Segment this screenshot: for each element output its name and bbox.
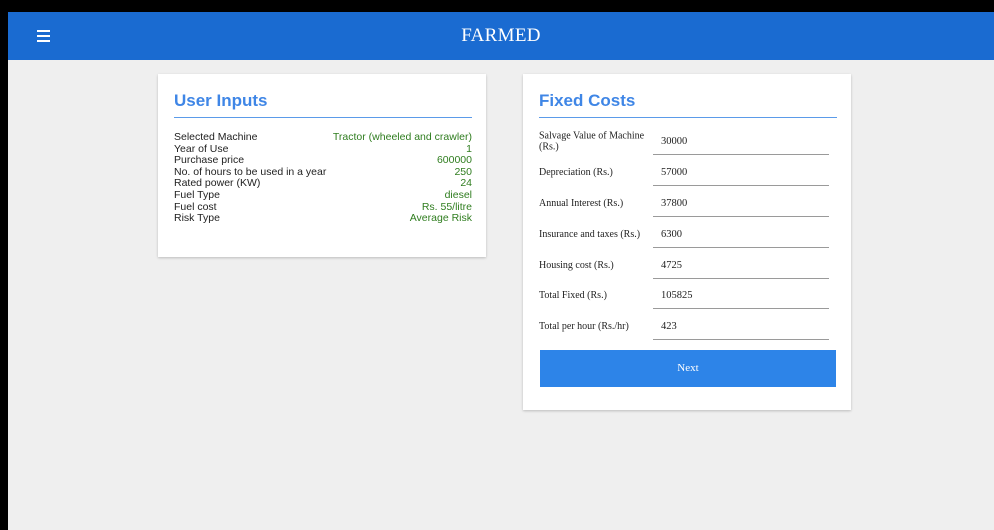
user-inputs-list: Selected Machine Tractor (wheeled and cr… (174, 131, 472, 225)
total-fixed-row: Total Fixed (Rs.) 105825 (539, 281, 837, 311)
input-value: Tractor (wheeled and crawler) (332, 131, 472, 143)
hamburger-menu-icon[interactable] (34, 27, 54, 45)
input-label: Selected Machine (174, 131, 258, 143)
insurance-taxes-field[interactable]: 6300 (653, 224, 829, 248)
user-inputs-title: User Inputs (174, 91, 268, 110)
list-item: Fuel Type diesel (174, 188, 472, 202)
housing-cost-field[interactable]: 4725 (653, 255, 829, 279)
list-item: Selected Machine Tractor (wheeled and cr… (174, 131, 472, 144)
app-bar: FARMED (8, 12, 994, 60)
user-inputs-card: User Inputs Selected Machine Tractor (wh… (158, 74, 486, 257)
field-label: Housing cost (Rs.) (539, 259, 614, 271)
input-label: Fuel Type (174, 188, 220, 201)
fixed-costs-card: Fixed Costs Salvage Value of Machine (Rs… (523, 74, 851, 410)
salvage-value-field[interactable]: 30000 (653, 131, 829, 155)
input-value: Average Risk (409, 212, 472, 225)
total-per-hour-row: Total per hour (Rs./hr) 423 (539, 312, 837, 342)
input-value: diesel (444, 188, 472, 201)
depreciation-row: Depreciation (Rs.) 57000 (539, 158, 837, 188)
field-label: Annual Interest (Rs.) (539, 197, 624, 209)
field-label: Total per hour (Rs./hr) (539, 320, 629, 332)
total-per-hour-field[interactable]: 423 (653, 316, 829, 340)
field-label: Insurance and taxes (Rs.) (539, 228, 641, 240)
divider (174, 117, 472, 118)
list-item: Risk Type Average Risk (174, 213, 472, 225)
app-window: FARMED User Inputs Selected Machine Trac… (8, 12, 994, 530)
fixed-costs-title: Fixed Costs (539, 91, 636, 110)
salvage-value-row: Salvage Value of Machine (Rs.) 30000 (539, 127, 837, 157)
divider (539, 117, 837, 118)
field-label: Salvage Value of Machine (Rs.) (539, 130, 645, 152)
annual-interest-row: Annual Interest (Rs.) 37800 (539, 189, 837, 219)
annual-interest-field[interactable]: 37800 (653, 193, 829, 217)
input-label: Risk Type (174, 212, 220, 225)
next-button[interactable]: Next (540, 350, 836, 387)
total-fixed-field[interactable]: 105825 (653, 285, 829, 309)
field-label: Depreciation (Rs.) (539, 166, 613, 178)
app-title: FARMED (461, 25, 541, 46)
insurance-taxes-row: Insurance and taxes (Rs.) 6300 (539, 220, 837, 250)
depreciation-field[interactable]: 57000 (653, 162, 829, 186)
housing-cost-row: Housing cost (Rs.) 4725 (539, 251, 837, 281)
field-label: Total Fixed (Rs.) (539, 289, 607, 301)
